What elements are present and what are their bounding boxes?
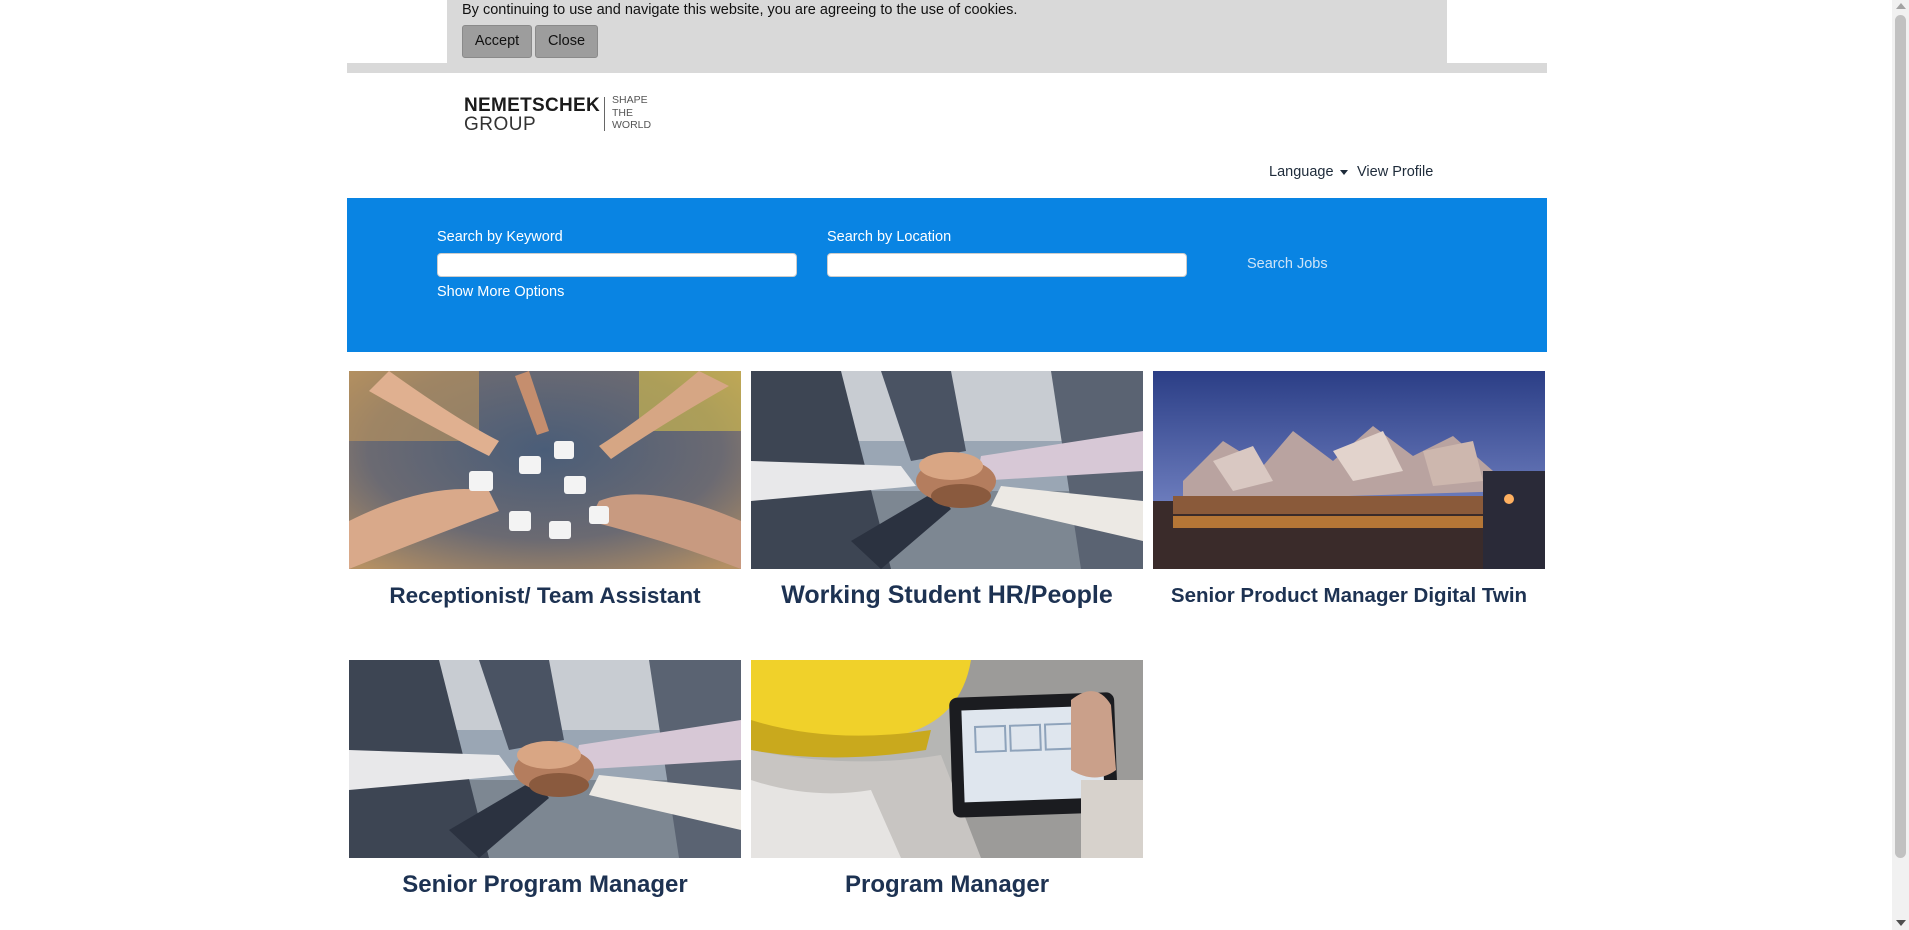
location-label: Search by Location [827, 229, 952, 245]
view-profile-link[interactable]: View Profile [1357, 164, 1433, 180]
job-title: Receptionist/ Team Assistant [389, 583, 701, 608]
logo-tagline-line: SHAPE [612, 94, 648, 106]
building-at-dusk-photo [1153, 371, 1545, 569]
job-tile[interactable]: Program Manager [751, 660, 1143, 899]
job-search-panel: Search by Keyword Search by Location Sho… [347, 198, 1547, 352]
cookie-banner-strip [347, 63, 1547, 73]
team-hands-stack-photo [751, 371, 1143, 569]
job-title: Senior Product Manager Digital Twin [1170, 584, 1528, 607]
language-label: Language [1269, 164, 1334, 180]
language-dropdown[interactable]: Language [1269, 164, 1348, 180]
job-title: Program Manager [844, 871, 1050, 898]
logo-tagline-line: WORLD [612, 119, 652, 131]
search-jobs-button[interactable]: Search Jobs [1247, 256, 1328, 272]
job-tile[interactable]: Receptionist/ Team Assistant [349, 371, 741, 609]
close-cookies-button[interactable]: Close [535, 25, 598, 58]
team-hands-stack-photo [349, 660, 741, 858]
keyword-label: Search by Keyword [437, 229, 563, 245]
job-title: Working Student HR/People [781, 581, 1113, 609]
hardhat-tablet-photo [751, 660, 1143, 858]
puzzle-hands-photo [349, 371, 741, 569]
logo-tagline: SHAPE THE WORLD [612, 94, 651, 132]
job-tile[interactable]: Senior Product Manager Digital Twin [1153, 371, 1545, 608]
logo-group: GROUP [464, 114, 537, 135]
scroll-down-icon[interactable] [1896, 920, 1906, 926]
caret-down-icon [1339, 169, 1348, 175]
job-tile[interactable]: Senior Program Manager [349, 660, 741, 899]
scroll-up-icon[interactable] [1896, 3, 1906, 9]
scrollbar-thumb[interactable] [1895, 15, 1906, 858]
logo-divider [604, 97, 605, 131]
accept-cookies-button[interactable]: Accept [462, 25, 532, 58]
job-title: Senior Program Manager [402, 871, 688, 898]
cookie-message: By continuing to use and navigate this w… [462, 2, 1018, 18]
location-search-input[interactable] [827, 253, 1187, 277]
logo-tagline-line: THE [612, 106, 633, 119]
show-more-options-link[interactable]: Show More Options [437, 284, 564, 300]
keyword-search-input[interactable] [437, 253, 797, 277]
job-tile[interactable]: Working Student HR/People [751, 371, 1143, 610]
cookie-banner: By continuing to use and navigate this w… [447, 0, 1447, 63]
